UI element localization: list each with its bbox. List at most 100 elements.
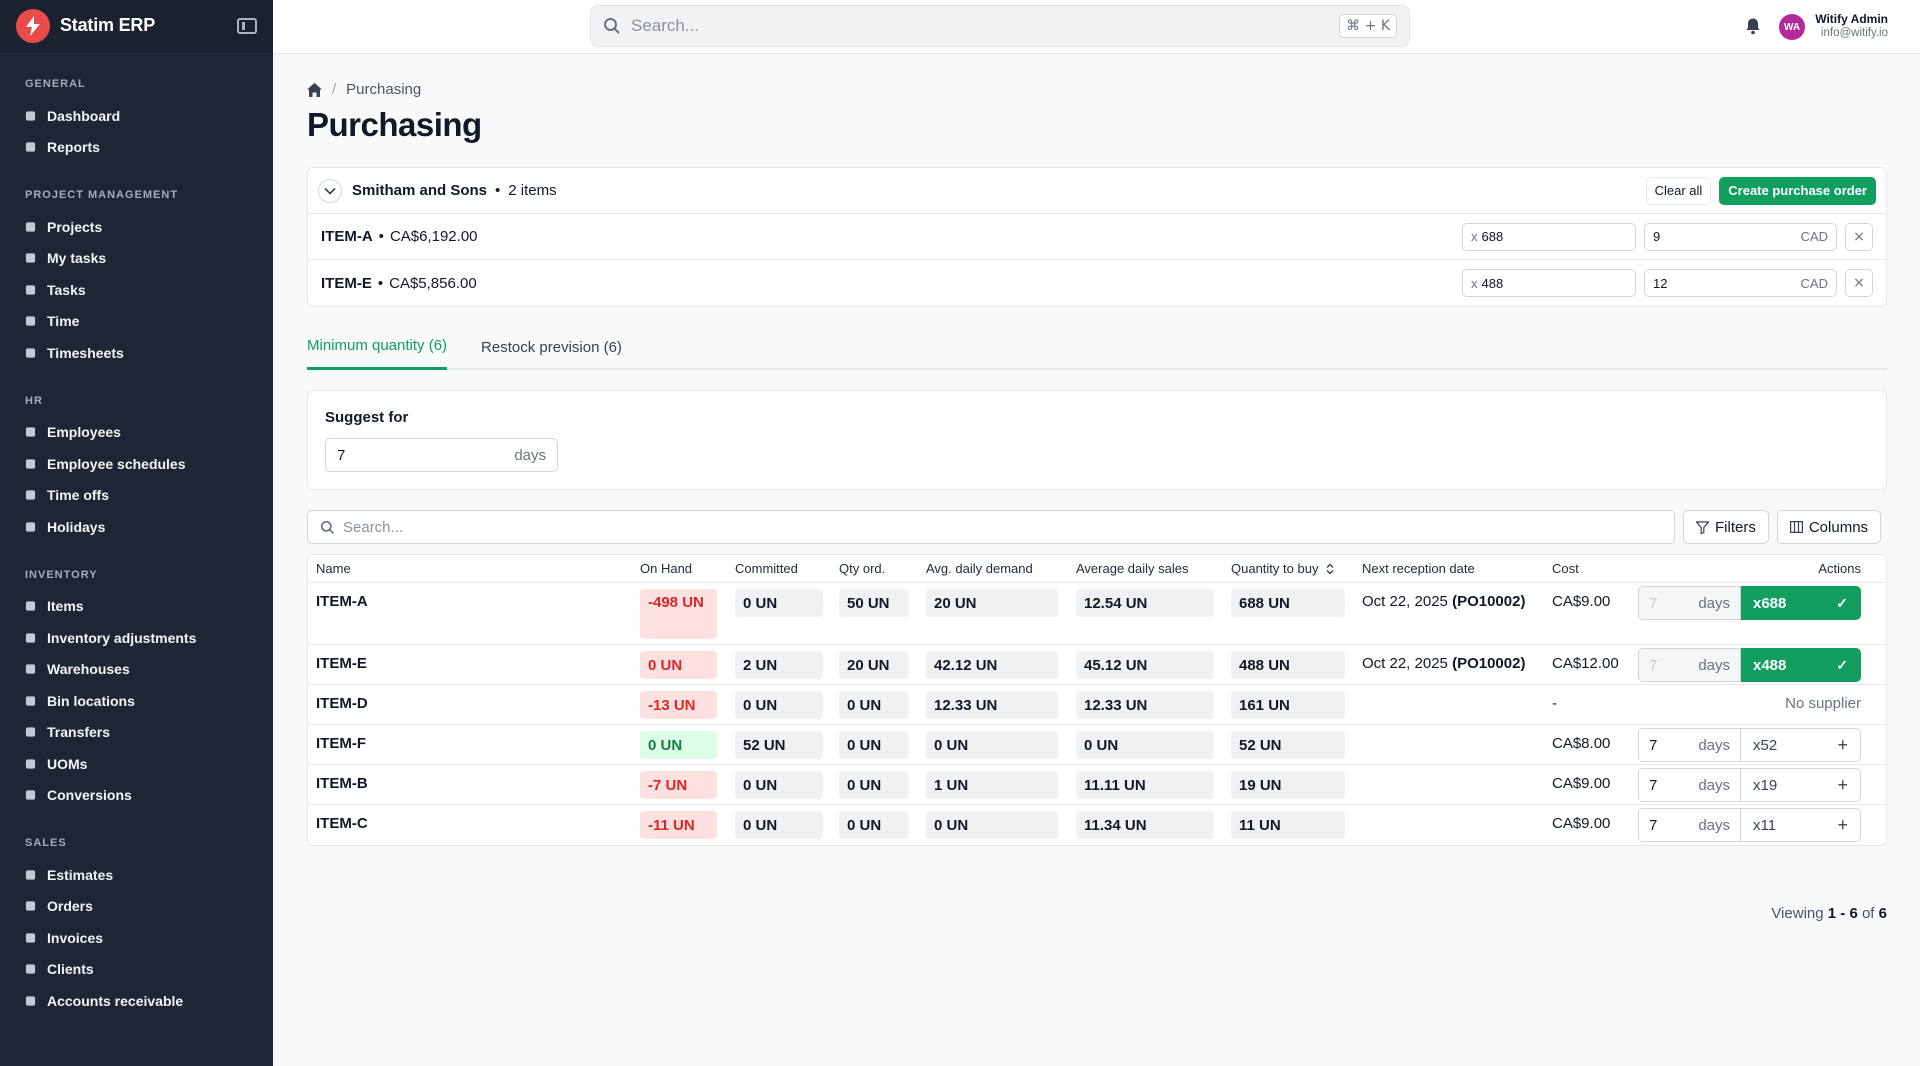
col-name[interactable]: Name bbox=[316, 561, 351, 576]
item-name[interactable]: ITEM-B bbox=[316, 775, 368, 792]
sidebar-item-employees[interactable]: Employees bbox=[0, 417, 273, 449]
sidebar-item-estimates[interactable]: Estimates bbox=[0, 859, 273, 891]
sidebar-item-transfers[interactable]: Transfers bbox=[0, 717, 273, 749]
next-reception: Oct 22, 2025 (PO10002) bbox=[1362, 655, 1525, 672]
supplier-line-separator: • bbox=[377, 274, 384, 292]
sidebar-item-time[interactable]: Time bbox=[0, 306, 273, 338]
bell-icon[interactable] bbox=[1744, 17, 1762, 35]
plus-icon: + bbox=[1837, 814, 1848, 835]
sidebar-item-accounts-receivable[interactable]: Accounts receivable bbox=[0, 985, 273, 1017]
sidebar-item-label: Employee schedules bbox=[47, 455, 186, 472]
sidebar-item-label: Tasks bbox=[47, 281, 86, 298]
committed-value: 0 UN bbox=[735, 589, 823, 617]
quantity-input[interactable]: x 488 bbox=[1462, 269, 1636, 297]
added-to-order-button[interactable]: x688 ✓ bbox=[1741, 586, 1861, 620]
sort-icon[interactable] bbox=[1326, 563, 1334, 575]
col-avg-demand[interactable]: Avg. daily demand bbox=[926, 561, 1033, 576]
sidebar-item-clients[interactable]: Clients bbox=[0, 954, 273, 986]
days-value: 7 bbox=[1649, 776, 1658, 794]
cost-value: - bbox=[1552, 695, 1557, 712]
breadcrumb-current[interactable]: Purchasing bbox=[346, 81, 421, 98]
table-body: ITEM-A -498 UN 0 UN 50 UN 20 UN 12.54 UN 688 U… bbox=[308, 583, 1886, 845]
col-on-hand[interactable]: On Hand bbox=[640, 561, 692, 576]
tab-restock-prevision[interactable]: Restock prevision (6) bbox=[481, 324, 622, 370]
item-name[interactable]: ITEM-D bbox=[316, 695, 368, 712]
sidebar-item-orders[interactable]: Orders bbox=[0, 891, 273, 923]
tab-minimum-quantity[interactable]: Minimum quantity (6) bbox=[307, 324, 448, 370]
clear-all-button[interactable]: Clear all bbox=[1645, 176, 1712, 205]
check-icon bbox=[25, 284, 36, 295]
qty-ord-value: 0 UN bbox=[839, 811, 909, 839]
col-committed[interactable]: Committed bbox=[735, 561, 798, 576]
home-icon[interactable] bbox=[307, 82, 322, 97]
col-avg-sales[interactable]: Average daily sales bbox=[1076, 561, 1189, 576]
global-search[interactable]: Search... ⌘ + K bbox=[590, 5, 1410, 47]
col-quantity-to-buy[interactable]: Quantity to buy bbox=[1231, 561, 1334, 576]
added-to-order-button[interactable]: x488 ✓ bbox=[1741, 648, 1861, 682]
remove-line-button[interactable]: × bbox=[1845, 222, 1873, 251]
reception-po-link[interactable]: (PO10002) bbox=[1452, 593, 1525, 610]
add-to-order-button[interactable]: x19 + bbox=[1741, 768, 1861, 802]
sidebar-item-label: Holidays bbox=[47, 518, 106, 535]
sidebar-item-bin-locations[interactable]: Bin locations bbox=[0, 685, 273, 717]
filters-button[interactable]: Filters bbox=[1683, 510, 1769, 544]
sidebar-section-title: HR bbox=[25, 394, 43, 407]
days-input[interactable]: 7 days bbox=[1638, 728, 1741, 762]
sidebar-item-label: Projects bbox=[47, 218, 103, 235]
avatar[interactable]: WA bbox=[1779, 14, 1805, 40]
item-name[interactable]: ITEM-A bbox=[316, 593, 368, 610]
days-input[interactable]: 7 days bbox=[1638, 808, 1741, 842]
chevron-down-icon[interactable] bbox=[318, 178, 342, 203]
suggest-days-input[interactable]: 7 days bbox=[325, 438, 558, 472]
building-icon bbox=[25, 664, 36, 675]
sidebar-item-warehouses[interactable]: Warehouses bbox=[0, 654, 273, 686]
add-to-order-button[interactable]: x52 + bbox=[1741, 728, 1861, 762]
sidebar-item-items[interactable]: Items bbox=[0, 591, 273, 623]
col-cost[interactable]: Cost bbox=[1552, 561, 1579, 576]
sidebar-item-projects[interactable]: Projects bbox=[0, 211, 273, 243]
col-qty-ord[interactable]: Qty ord. bbox=[839, 561, 885, 576]
sidebar-toggle-icon[interactable] bbox=[237, 17, 257, 34]
sidebar-item-inventory-adjustments[interactable]: Inventory adjustments bbox=[0, 622, 273, 654]
supplier-line-amount: CA$6,192.00 bbox=[389, 228, 478, 245]
sidebar-item-employee-schedules[interactable]: Employee schedules bbox=[0, 448, 273, 480]
avg-demand-value: 20 UN bbox=[926, 589, 1058, 617]
sidebar-item-reports[interactable]: Reports bbox=[0, 132, 273, 164]
sidebar-section-title: INVENTORY bbox=[25, 568, 98, 581]
price-value: 9 bbox=[1653, 229, 1661, 244]
cost-value: CA$8.00 bbox=[1552, 735, 1611, 752]
price-input[interactable]: 9 CAD bbox=[1644, 222, 1837, 251]
item-name[interactable]: ITEM-F bbox=[316, 735, 366, 752]
item-name[interactable]: ITEM-C bbox=[316, 815, 368, 832]
table-header: Name On Hand Committed Qty ord. Avg. dai… bbox=[308, 555, 1886, 583]
sidebar-item-time-offs[interactable]: Time offs bbox=[0, 480, 273, 512]
reception-po-link[interactable]: (PO10002) bbox=[1452, 655, 1525, 672]
reception-date: Oct 22, 2025 bbox=[1362, 593, 1448, 610]
sidebar-item-uoms[interactable]: UOMs bbox=[0, 748, 273, 780]
sidebar-item-conversions[interactable]: Conversions bbox=[0, 780, 273, 812]
sidebar-item-timesheets[interactable]: Timesheets bbox=[0, 337, 273, 369]
table-search-input[interactable]: Search... bbox=[307, 510, 1675, 544]
suggest-days-value: 7 bbox=[337, 446, 346, 464]
quantity-input[interactable]: x 688 bbox=[1462, 222, 1636, 251]
remove-line-button[interactable]: × bbox=[1845, 269, 1873, 297]
price-input[interactable]: 12 CAD bbox=[1644, 269, 1837, 297]
action-qty: x11 bbox=[1753, 816, 1777, 834]
sidebar-item-invoices[interactable]: Invoices bbox=[0, 922, 273, 954]
columns-button[interactable]: Columns bbox=[1776, 510, 1882, 544]
sidebar-item-dashboard[interactable]: Dashboard bbox=[0, 100, 273, 132]
days-input[interactable]: 7 days bbox=[1638, 768, 1741, 802]
sidebar-item-tasks[interactable]: Tasks bbox=[0, 274, 273, 306]
sidebar-item-label: Items bbox=[47, 598, 84, 615]
add-to-order-button[interactable]: x11 + bbox=[1741, 808, 1861, 842]
item-name[interactable]: ITEM-E bbox=[316, 655, 367, 672]
col-next-reception[interactable]: Next reception date bbox=[1362, 561, 1475, 576]
table-toolbar: Search... Filters Columns bbox=[307, 510, 1887, 544]
sidebar-item-holidays[interactable]: Holidays bbox=[0, 511, 273, 543]
sidebar-item-label: Dashboard bbox=[47, 107, 121, 124]
action-qty: x19 bbox=[1753, 776, 1778, 794]
create-purchase-order-button[interactable]: Create purchase order bbox=[1719, 176, 1876, 205]
columns-icon bbox=[1789, 521, 1803, 533]
sidebar-item-my-tasks[interactable]: My tasks bbox=[0, 243, 273, 275]
qty-ord-value: 20 UN bbox=[839, 651, 909, 679]
